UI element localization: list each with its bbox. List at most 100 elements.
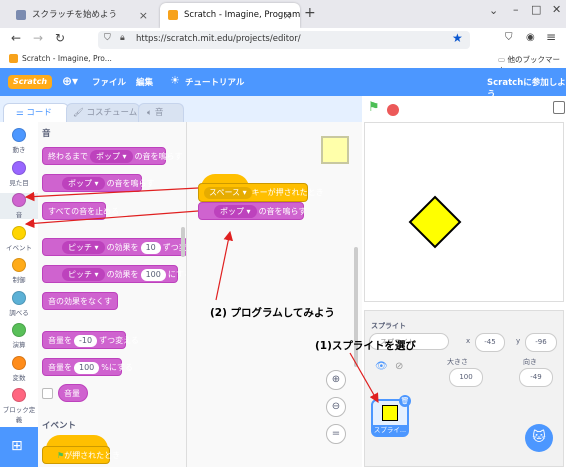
category-item[interactable]: 動き [0,128,38,154]
show-sprite-icon[interactable]: 👁︎ [375,361,388,372]
add-extension-button[interactable]: ⊞ [0,427,38,467]
menu-file[interactable]: ファイル [92,76,126,88]
volume-checkbox[interactable] [42,388,53,399]
stop-icon[interactable] [387,104,399,116]
number-input[interactable]: -10 [74,335,98,347]
tab-sounds[interactable]: 🔈︎ 音 [138,103,184,123]
browser-tab-bar: スクラッチを始めよう × Scratch - Imagine, Program,… [0,0,566,28]
size-field[interactable]: 100 [449,368,483,387]
block-set-effect[interactable]: ピッチ ▾の効果を100にする [42,265,186,283]
category-dot-icon [12,323,26,337]
bookmark-item[interactable]: Scratch - Imagine, Pro... [22,54,112,63]
maximize-icon[interactable]: □ [531,3,541,16]
number-input[interactable]: 100 [74,362,100,374]
forward-icon[interactable]: → [33,31,43,45]
browser-tab-2[interactable]: Scratch - Imagine, Program, Sh × [160,3,300,28]
globe-icon[interactable]: ⊕▾ [62,74,78,88]
minimize-icon[interactable]: – [513,3,519,16]
category-item[interactable]: 制御 [0,258,38,284]
stage-size-icon[interactable] [553,101,565,114]
y-field[interactable]: -96 [525,333,557,352]
block-start-sound[interactable]: ポップ ▾ の音を鳴らす [42,174,154,192]
category-item[interactable]: 見た目 [0,160,38,187]
category-item[interactable]: ブロック定義 [0,388,38,424]
category-item[interactable]: 演算 [0,323,38,349]
block-when-flag-clicked[interactable]: ⚑が押されたとき [42,446,120,464]
sound-dropdown[interactable]: ポップ ▾ [90,150,133,163]
sound-dropdown[interactable]: ポップ ▾ [214,205,257,218]
category-dot-icon [12,388,26,402]
block-text: 終わるまで [48,152,88,161]
block-when-key-pressed[interactable]: スペース ▾ キーが押されたとき [198,183,324,202]
reload-icon[interactable]: ↻ [55,31,65,45]
browser-tab-1[interactable]: スクラッチを始めよう × [8,3,156,28]
brush-icon: 🖌︎ [73,108,84,118]
block-stop-all-sounds[interactable]: すべての音を止める [42,202,119,220]
effect-dropdown[interactable]: ピッチ ▾ [62,241,105,254]
dropdown-value: ピッチ [68,270,92,279]
hide-sprite-icon[interactable]: ⊘ [395,361,403,372]
category-item[interactable]: イベント [0,225,38,252]
choose-sprite-icon[interactable]: 🐱︎ [525,424,553,452]
close-icon[interactable]: × [283,3,292,28]
lock-icon: 🔒︎ [120,33,125,43]
window-close-icon[interactable]: ✕ [552,3,561,16]
star-icon[interactable]: ★ [452,31,463,45]
block-change-effect[interactable]: ピッチ ▾の効果を10ずつ変える [42,238,186,256]
back-icon[interactable]: ← [11,31,21,45]
key-dropdown[interactable]: スペース ▾ [204,187,252,199]
block-start-sound-script[interactable]: ポップ ▾ の音を鳴らす [198,202,306,220]
join-scratch-link[interactable]: Scratchに参加しよう [487,76,566,100]
new-tab-icon[interactable]: + [304,5,316,21]
block-change-volume[interactable]: 音量を -10 ずつ変える [42,331,139,349]
category-menu: 動き見た目音イベント制御調べる演算変数ブロック定義 [0,122,39,427]
number-input[interactable]: 100 [140,269,166,281]
block-play-until-done[interactable]: 終わるまで ポップ ▾ の音を鳴らす [42,147,182,165]
category-item[interactable]: 変数 [0,355,38,382]
zoom-in-icon[interactable]: ⊕ [326,370,346,390]
sprite-tile-thumbnail [382,405,398,421]
number-input[interactable]: 10 [140,242,161,254]
reporter-volume[interactable]: 音量 [58,384,88,402]
block-clear-effects[interactable]: 音の効果をなくす [42,292,118,310]
block-text: の音を鳴らす [134,152,183,161]
palette-scrollbar[interactable] [181,227,185,257]
stage[interactable] [364,122,564,302]
account-icon[interactable]: ◉ [526,32,535,43]
scratch-logo[interactable]: Scratch [8,75,52,89]
sound-dropdown[interactable]: ポップ ▾ [62,177,105,190]
zoom-out-icon[interactable]: ⊖ [326,397,346,417]
zoom-reset-icon[interactable]: = [326,424,346,444]
block-text: すべての音を止める [48,207,120,216]
tab-costume[interactable]: 🖌︎ コスチューム [66,103,140,123]
category-dot-icon [12,225,26,240]
shield-toolbar-icon[interactable]: ⛉ [505,32,513,43]
category-item[interactable]: 調べる [0,290,38,317]
menu-tutorial[interactable]: チュートリアル [185,76,244,88]
tab-costume-label: コスチューム [86,108,138,118]
x-field[interactable]: -45 [475,333,505,352]
sprite-title: スプライト [371,322,406,330]
trash-icon[interactable]: 🗑︎ [399,395,411,407]
category-label: 変数 [12,373,26,382]
menu-edit[interactable]: 編集 [136,76,153,88]
block-text: キーが押されたとき [251,188,324,197]
window-list-icon[interactable]: ⌄ [489,4,498,17]
category-item[interactable]: 音 [0,193,38,219]
scripts-area[interactable]: スペース ▾ キーが押されたとき ポップ ▾ の音を鳴らす ⊕ ⊖ = [187,122,362,467]
palette-heading-events: イベント [42,421,77,431]
direction-field[interactable]: -49 [519,368,553,387]
effect-dropdown[interactable]: ピッチ ▾ [62,268,105,281]
sprite-diamond[interactable] [407,194,463,250]
block-palette: 音 終わるまで ポップ ▾ の音を鳴らす ポップ ▾ の音を鳴らす すべての音を止める… [38,122,187,467]
x-label: x [466,337,471,345]
block-set-volume[interactable]: 音量を 100 %にする [42,358,133,376]
green-flag-icon[interactable]: ⚑ [368,100,380,115]
browser-tab-title: スクラッチを始めよう [32,10,118,20]
address-bar[interactable]: ⛉ 🔒︎ https://scratch.mit.edu/projects/ed… [98,31,470,49]
menu-icon[interactable]: ≡ [546,30,556,44]
close-icon[interactable]: × [139,3,148,28]
tab-code[interactable]: ⚌ コード [3,103,69,123]
category-dot-icon [12,290,26,305]
extension-icon: ⊞ [11,438,23,454]
